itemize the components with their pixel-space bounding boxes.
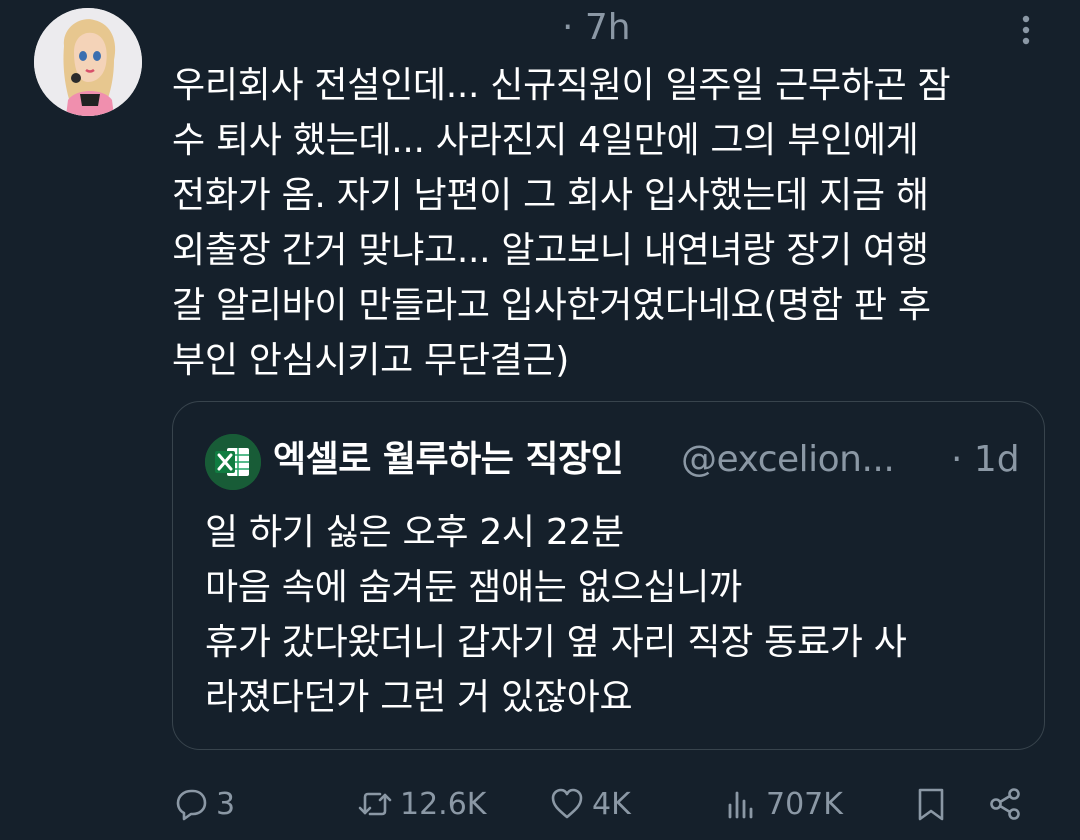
tweet-timestamp[interactable]: · 7h [562, 6, 631, 50]
user-avatar[interactable] [34, 8, 142, 116]
heart-icon [551, 788, 583, 819]
bookmark-icon [918, 788, 944, 821]
quoted-avatar[interactable] [205, 434, 261, 490]
like-button[interactable]: 4K [548, 778, 631, 830]
more-vertical-icon [1022, 15, 1030, 45]
reply-count: 3 [216, 786, 236, 822]
like-count: 4K [592, 786, 631, 822]
quoted-text: 일 하기 싫은 오후 2시 22분 마음 속에 숨겨둔 잼얘는 없으십니까 휴가… [205, 512, 907, 718]
action-bar: 3 12.6K 4K 707K [0, 778, 1080, 830]
views-button[interactable]: 707K [722, 778, 843, 830]
reply-icon [176, 789, 207, 821]
bookmark-button[interactable] [912, 778, 950, 830]
quoted-display-name[interactable]: 엑셀로 월루하는 직장인 [273, 438, 624, 482]
excel-icon [205, 434, 261, 490]
doll-avatar-icon [34, 8, 142, 116]
views-count: 707K [766, 786, 843, 822]
quoted-handle[interactable]: @excelion... [681, 438, 911, 482]
share-button[interactable] [986, 778, 1024, 830]
retweet-button[interactable]: 12.6K [356, 778, 486, 830]
reply-button[interactable]: 3 [172, 778, 235, 830]
tweet[interactable]: · 7h 우리회사 전설인데... 신규직원이 일주일 근무하곤 잠 수 퇴사 … [0, 0, 1080, 840]
retweet-icon [358, 792, 392, 816]
share-icon [990, 788, 1020, 820]
more-options-button[interactable] [1006, 10, 1046, 50]
tweet-text: 우리회사 전설인데... 신규직원이 일주일 근무하곤 잠 수 퇴사 했는데..… [172, 65, 951, 381]
quoted-timestamp[interactable]: · 1d [951, 438, 1020, 482]
quoted-tweet[interactable]: 엑셀로 월루하는 직장인 @excelion... · 1d 일 하기 싫은 오… [172, 401, 1045, 750]
views-chart-icon [728, 791, 753, 819]
retweet-count: 12.6K [400, 786, 487, 822]
